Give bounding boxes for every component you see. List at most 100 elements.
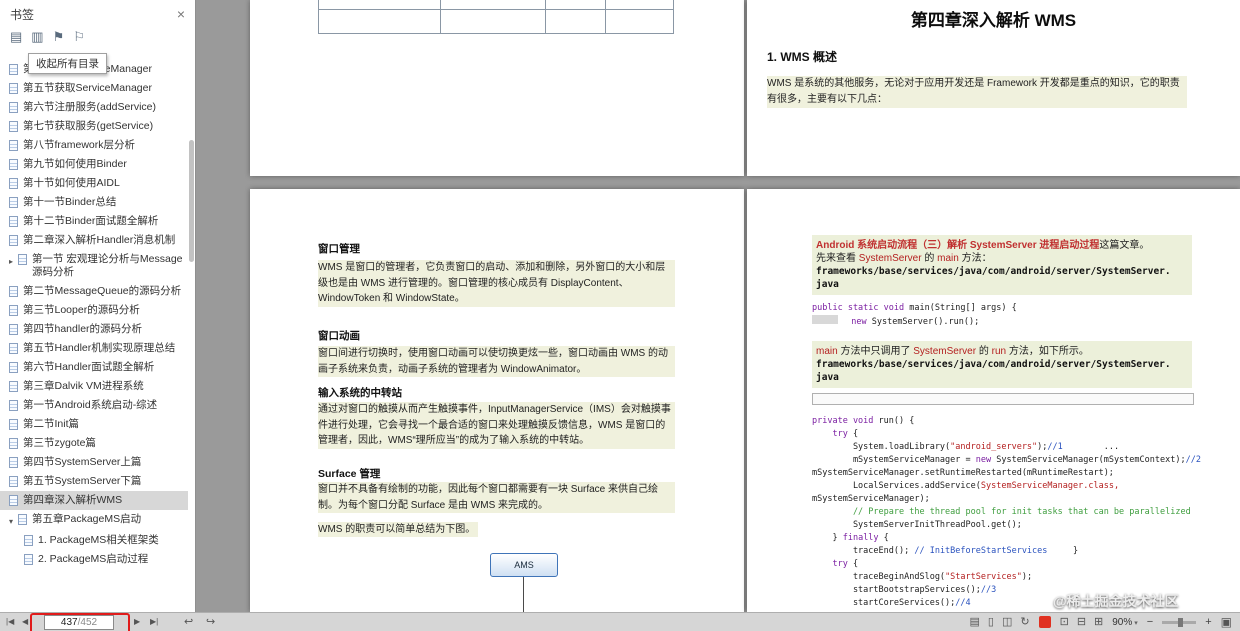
bookmark-label: 第十二节Binder面试题全解析 <box>23 215 186 228</box>
chevron-down-icon: ▾ <box>1134 620 1138 627</box>
scrollbar-thumb[interactable] <box>189 140 194 262</box>
bookmark-item[interactable]: 第二节MessageQueue的源码分析 <box>0 282 188 301</box>
bookmark-item[interactable]: 第六节Handler面试题全解析 <box>0 358 188 377</box>
fit-page-icon[interactable]: ⊡ <box>1060 617 1069 628</box>
bookmark-label: 1. PackageMS相关框架类 <box>38 534 186 547</box>
bookmark-item[interactable]: 第八节framework层分析 <box>0 136 188 155</box>
diagram-node-label: AMS <box>514 560 534 570</box>
bookmark-label: 第九节如何使用Binder <box>23 158 186 171</box>
bookmark-icon <box>9 216 18 227</box>
bookmark-label: 第五节SystemServer下篇 <box>23 475 186 488</box>
chevron-right-icon[interactable]: ▸ <box>9 255 18 268</box>
chevron-down-icon[interactable]: ▾ <box>9 515 18 528</box>
bookmark-item[interactable]: 第五节SystemServer下篇 <box>0 472 188 491</box>
bookmark-item[interactable]: 第四节handler的源码分析 <box>0 320 188 339</box>
bookmark-item[interactable]: 第六节注册服务(addService) <box>0 98 188 117</box>
bookmark-item[interactable]: ▸第一节 宏观理论分析与Message源码分析 <box>0 250 188 282</box>
collapse-all-icon[interactable]: ▥ <box>31 29 43 45</box>
next-page-button[interactable]: ▶ <box>134 617 140 626</box>
panel-title: 书签 <box>10 6 34 23</box>
note-block: main 方法中只调用了 SystemServer 的 run 方法，如下所示。… <box>812 341 1192 388</box>
bookmark-icon <box>9 178 18 189</box>
first-page-button[interactable]: |◀ <box>6 617 14 626</box>
bookmark-item[interactable]: 第三节Looper的源码分析 <box>0 301 188 320</box>
facing-page-view-icon[interactable]: ◫ <box>1002 617 1012 628</box>
bookmark-label: 第八节framework层分析 <box>23 139 186 152</box>
bookmark-item[interactable]: 第四节SystemServer上篇 <box>0 453 188 472</box>
bookmark-icon <box>9 419 18 430</box>
bookmark-label: 第五节获取ServiceManager <box>23 82 186 95</box>
bookmark-item[interactable]: 第十节如何使用AIDL <box>0 174 188 193</box>
code-block: public static void main(String[] args) {… <box>812 301 1017 329</box>
zoom-out-button[interactable]: − <box>1147 616 1153 628</box>
zoom-slider[interactable] <box>1162 621 1196 624</box>
bookmark-item[interactable]: 第十二节Binder面试题全解析 <box>0 212 188 231</box>
bookmark-icon <box>9 305 18 316</box>
previous-page-button[interactable]: ◀ <box>22 617 28 626</box>
fit-icons: ⊡ ⊟ ⊞ <box>1060 617 1104 628</box>
bookmark-icon <box>9 121 18 132</box>
code-block: private void run() { try { System.loadLi… <box>812 415 1201 610</box>
expand-panel-icon[interactable]: ▤ <box>10 29 22 45</box>
single-page-view-icon[interactable]: ▯ <box>988 617 994 628</box>
red-tool-icon[interactable] <box>1039 616 1051 628</box>
previous-view-button[interactable]: ↩ <box>184 615 193 628</box>
last-page-button[interactable]: ▶| <box>150 617 158 626</box>
bookmark-item[interactable]: 第九节如何使用Binder <box>0 155 188 174</box>
bookmark-label: 第五章PackageMS启动 <box>32 513 186 526</box>
subheading-window-animation: 窗口动画 <box>318 328 360 343</box>
bookmark-label: 第三节zygote篇 <box>23 437 186 450</box>
bookmark-icon <box>9 83 18 94</box>
bookmark-label: 第四节SystemServer上篇 <box>23 456 186 469</box>
bookmarks-header: 书签 × <box>0 0 195 28</box>
bookmark-label: 第六节Handler面试题全解析 <box>23 361 186 374</box>
marquee-zoom-icon[interactable]: ⊞ <box>1094 617 1103 628</box>
bookmark-item[interactable]: 第五节获取ServiceManager <box>0 79 188 98</box>
bookmark-item[interactable]: 1. PackageMS相关框架类 <box>0 531 188 550</box>
page-bottom-left: 窗口管理 WMS 是窗口的管理者，它负责窗口的启动、添加和删除，另外窗口的大小和… <box>250 189 744 612</box>
bookmark-item[interactable]: 第十一节Binder总结 <box>0 193 188 212</box>
bookmark-item[interactable]: 第三章Dalvik VM进程系统 <box>0 377 188 396</box>
bookmark-label: 第七节获取服务(getService) <box>23 120 186 133</box>
bookmark-label: 第二节MessageQueue的源码分析 <box>23 285 186 298</box>
bookmark-item[interactable]: 第四章深入解析WMS <box>0 491 188 510</box>
bookmark-label: 第三章Dalvik VM进程系统 <box>23 380 186 393</box>
bookmark-icon <box>9 102 18 113</box>
bookmark-label: 第六节注册服务(addService) <box>23 101 186 114</box>
bookmark-item[interactable]: 第三节zygote篇 <box>0 434 188 453</box>
table-fragment <box>318 0 674 34</box>
table-cell <box>605 0 674 33</box>
bookmark-icon <box>9 324 18 335</box>
empty-code-bar <box>812 393 1194 405</box>
zoom-value: 90% <box>1112 617 1132 628</box>
bookmark-item[interactable]: 第二章深入解析Handler消息机制 <box>0 231 188 250</box>
chapter-title: 第四章深入解析 WMS <box>747 6 1240 31</box>
zoom-level[interactable]: 90%▾ <box>1112 617 1138 628</box>
bookmark-item[interactable]: 2. PackageMS启动过程 <box>0 550 188 569</box>
bookmark-item[interactable]: 第一节Android系统启动-综述 <box>0 396 188 415</box>
diagram-node-ams: AMS <box>490 553 558 577</box>
add-bookmark-icon[interactable]: ⚑ <box>53 29 65 45</box>
bookmark-item[interactable]: 第七节获取服务(getService) <box>0 117 188 136</box>
next-view-button[interactable]: ↪ <box>206 615 215 628</box>
table-cell <box>318 0 440 33</box>
bookmark-item[interactable]: 第二节Init篇 <box>0 415 188 434</box>
table-cell <box>545 0 605 33</box>
bookmark-item[interactable]: ▾ 第五章PackageMS启动 <box>0 510 188 531</box>
fullscreen-icon[interactable]: ▣ <box>1221 615 1232 629</box>
bookmark-icon <box>9 438 18 449</box>
fit-width-icon[interactable]: ⊟ <box>1077 617 1086 628</box>
bookmark-item[interactable]: 第五节Handler机制实现原理总结 <box>0 339 188 358</box>
subheading-window-management: 窗口管理 <box>318 241 360 256</box>
close-icon[interactable]: × <box>177 7 185 21</box>
page-number-input[interactable]: 437/452 <box>44 615 114 630</box>
table-row-line <box>318 9 674 10</box>
bookmark-label: 第二章深入解析Handler消息机制 <box>23 234 186 247</box>
rotate-view-icon[interactable]: ↻ <box>1020 617 1029 628</box>
thumbnail-view-icon[interactable]: ▤ <box>970 617 980 628</box>
paragraph: 通过对窗口的触摸从而产生触摸事件，InputManagerService（IMS… <box>318 402 675 449</box>
zoom-in-button[interactable]: + <box>1205 616 1211 628</box>
bookmark-icon <box>18 514 27 525</box>
status-bar: |◀ ◀ 437/452 ▶ ▶| ↩ ↪ ▤▯◫↻ ⊡⊟⊞ 90%▾ − + … <box>0 612 1240 631</box>
remove-bookmark-icon[interactable]: ⚐ <box>73 29 85 45</box>
